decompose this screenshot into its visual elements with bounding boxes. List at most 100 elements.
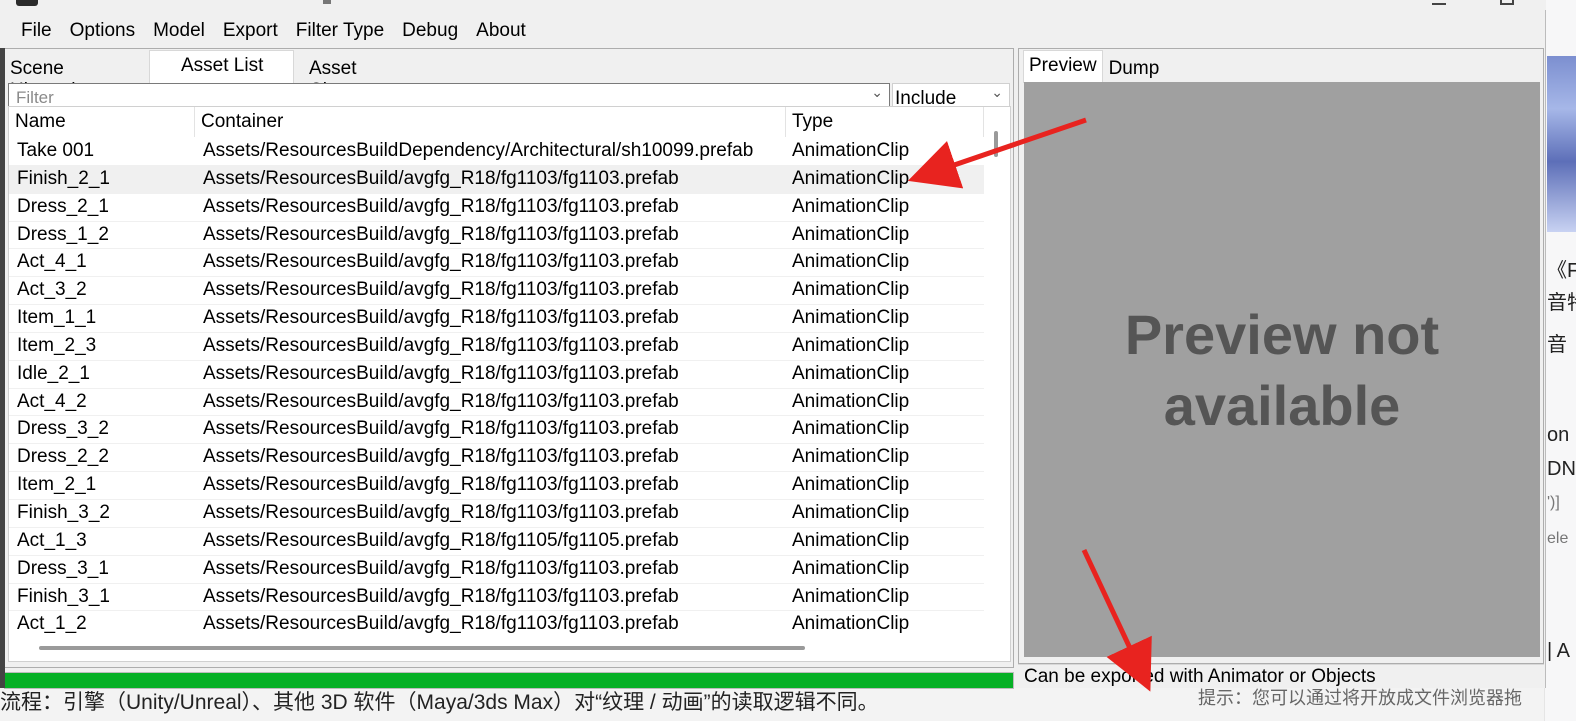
column-header-container[interactable]: Container [195, 107, 786, 137]
cell-container: Assets/ResourcesBuild/avgfg_R18/fg1103/f… [203, 501, 679, 523]
column-header-type[interactable]: Type [786, 107, 984, 137]
table-row[interactable]: Dress_2_1 Assets/ResourcesBuild/avgfg_R18… [9, 194, 984, 222]
cell-name: Finish_2_1 [17, 167, 110, 189]
cell-name: Idle_2_1 [17, 362, 90, 384]
background-snippet: 音 [1547, 334, 1567, 356]
cell-type: AnimationClip [792, 557, 910, 579]
asset-pane: Scene Hierarchy Asset List Asset Classes… [4, 48, 1014, 668]
menu-export[interactable]: Export [214, 16, 287, 48]
cell-name: Dress_1_2 [17, 223, 109, 245]
cell-name: Act_1_2 [17, 613, 87, 635]
cell-type: AnimationClip [792, 613, 910, 635]
title-fragment [323, 0, 331, 4]
cell-name: Finish_3_1 [17, 585, 110, 607]
cell-type: AnimationClip [792, 251, 910, 273]
horizontal-scrollbar[interactable] [9, 637, 984, 661]
preview-tabs: Preview Dump [1023, 50, 1166, 83]
menu-options[interactable]: Options [61, 16, 144, 48]
status-bar: Can be exported with Animator or Objects [1018, 664, 1544, 688]
table-row[interactable]: Dress_3_2 Assets/ResourcesBuild/avgfg_R18… [9, 416, 984, 445]
background-snippet: 音特 [1547, 292, 1576, 314]
cell-name: Act_4_1 [17, 251, 87, 273]
menu-about[interactable]: About [467, 16, 535, 48]
preview-pane: Preview Dump Preview not available [1018, 48, 1544, 664]
cell-type: AnimationClip [792, 307, 910, 329]
table-row[interactable]: Act_1_3 Assets/ResourcesBuild/avgfg_R18/f… [9, 528, 984, 556]
table-row[interactable]: Finish_3_1 Assets/ResourcesBuild/avgfg_R1… [9, 584, 984, 612]
scrollbar-thumb[interactable] [994, 131, 998, 157]
tab-dump[interactable]: Dump [1103, 53, 1166, 83]
cell-container: Assets/ResourcesBuild/avgfg_R18/fg1103/f… [203, 418, 679, 440]
progress-fill [5, 673, 1013, 688]
cell-name: Dress_2_1 [17, 195, 109, 217]
table-row[interactable]: Idle_2_1 Assets/ResourcesBuild/avgfg_R18/… [9, 361, 984, 389]
close-icon[interactable] [1500, 0, 1514, 5]
table-row[interactable]: Item_1_1 Assets/ResourcesBuild/avgfg_R18/… [9, 305, 984, 333]
vertical-scrollbar[interactable] [984, 107, 1010, 637]
table-row[interactable]: Act_4_2 Assets/ResourcesBuild/avgfg_R18/f… [9, 389, 984, 417]
cell-name: Dress_3_2 [17, 418, 109, 440]
tab-asset-list[interactable]: Asset List [149, 50, 294, 83]
asset-list-view[interactable]: Name Container Type Take 001 Assets/Resou… [8, 106, 1011, 662]
status-text: Can be exported with Animator or Objects [1024, 666, 1376, 687]
table-row[interactable]: Act_4_1 Assets/ResourcesBuild/avgfg_R18/f… [9, 249, 984, 278]
menu-filter-type[interactable]: Filter Type [287, 16, 393, 48]
cell-container: Assets/ResourcesBuild/avgfg_R18/fg1103/f… [203, 362, 679, 384]
table-row[interactable]: Finish_3_2 Assets/ResourcesBuild/avgfg_R1… [9, 500, 984, 528]
menu-bar: File Options Model Export Filter Type De… [0, 16, 535, 48]
progress-bar [4, 672, 1014, 689]
background-snippet: DN [1547, 458, 1576, 480]
cell-type: AnimationClip [792, 223, 910, 245]
tab-scene-hierarchy[interactable]: Scene Hierarchy [5, 53, 149, 101]
asset-studio-window: File Options Model Export Filter Type De… [0, 0, 1546, 689]
cell-container: Assets/ResourcesBuild/avgfg_R18/fg1105/f… [203, 529, 679, 551]
table-row[interactable]: Act_3_2 Assets/ResourcesBuild/avgfg_R18/f… [9, 277, 984, 306]
cell-type: AnimationClip [792, 390, 910, 412]
background-line: 流程：引擎（Unity/Unreal）、其他 3D 软件（Maya/3ds Ma… [0, 691, 879, 714]
cell-type: AnimationClip [792, 446, 910, 468]
filter-row: Filter ⌄ Include ⌄ [5, 81, 1013, 107]
table-row[interactable]: Dress_2_2 Assets/ResourcesBuild/avgfg_R18… [9, 444, 984, 473]
cell-container: Assets/ResourcesBuildDependency/Architec… [203, 140, 754, 161]
background-snippet: | A [1547, 640, 1570, 662]
cell-container: Assets/ResourcesBuild/avgfg_R18/fg1103/f… [203, 557, 679, 579]
cell-name: Dress_2_2 [17, 446, 109, 468]
background-article-text: 流程：引擎（Unity/Unreal）、其他 3D 软件（Maya/3ds Ma… [0, 686, 1544, 721]
cell-container: Assets/ResourcesBuild/avgfg_R18/fg1103/f… [203, 167, 679, 189]
minimize-icon[interactable] [1432, 0, 1446, 5]
table-row[interactable]: Act_1_2 Assets/ResourcesBuild/avgfg_R18/f… [9, 611, 984, 640]
scrollbar-thumb[interactable] [39, 646, 805, 650]
background-sidebar: 《F 音特 音 on DN ')] ele | A [1544, 0, 1576, 721]
cell-type: AnimationClip [792, 362, 910, 384]
menu-model[interactable]: Model [144, 16, 214, 48]
cell-name: Finish_3_2 [17, 501, 110, 523]
cell-name: Item_2_3 [17, 334, 97, 356]
include-select[interactable]: Include ⌄ [892, 83, 1010, 107]
table-row[interactable]: Dress_3_1 Assets/ResourcesBuild/avgfg_R18… [9, 556, 984, 584]
background-snippet: ele [1547, 530, 1569, 547]
cell-type: AnimationClip [792, 279, 910, 301]
tab-asset-classes[interactable]: Asset Classes [294, 53, 428, 101]
background-snippet: on [1547, 424, 1570, 446]
column-header-name[interactable]: Name [9, 107, 195, 137]
table-row[interactable]: Item_2_1 Assets/ResourcesBuild/avgfg_R18/… [9, 472, 984, 500]
chevron-down-icon[interactable]: ⌄ [871, 84, 883, 101]
filter-input[interactable]: Filter ⌄ [8, 83, 890, 107]
table-row[interactable]: Item_2_3 Assets/ResourcesBuild/avgfg_R18/… [9, 333, 984, 361]
cell-name: Act_3_2 [17, 279, 87, 301]
cell-name: Dress_3_1 [17, 557, 109, 579]
menu-debug[interactable]: Debug [393, 16, 467, 48]
preview-area: Preview not available [1024, 82, 1540, 657]
table-row[interactable]: Dress_1_2 Assets/ResourcesBuild/avgfg_R18… [9, 222, 984, 250]
tab-preview[interactable]: Preview [1023, 50, 1103, 83]
menu-file[interactable]: File [12, 16, 61, 48]
cell-name: Item_1_1 [17, 307, 97, 329]
list-rows: Take 001 Assets/ResourcesBuildDependency/… [9, 138, 984, 640]
app-icon [16, 0, 38, 6]
table-row[interactable]: Finish_2_1 Assets/ResourcesBuild/avgfg_R1… [9, 165, 984, 194]
background-thumbnail [1547, 56, 1576, 232]
preview-message: Preview not available [1124, 302, 1440, 437]
chevron-down-icon[interactable]: ⌄ [991, 84, 1003, 101]
title-bar [0, 0, 1546, 10]
table-row[interactable]: Take 001 Assets/ResourcesBuildDependency/… [9, 138, 984, 166]
